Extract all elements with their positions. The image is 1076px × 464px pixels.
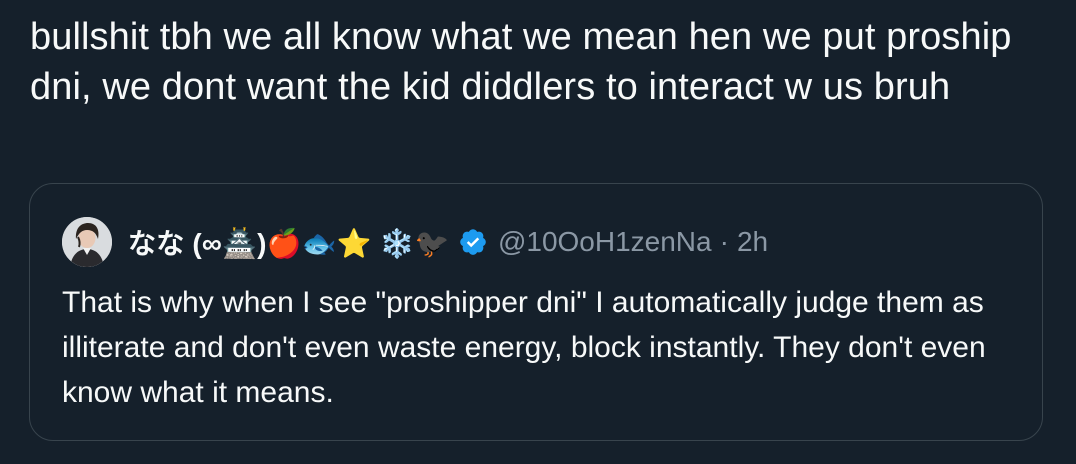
timestamp[interactable]: 2h [737, 226, 768, 258]
quoted-tweet-header: なな (∞🏯)🍎🐟⭐ ❄️🐦‍⬛ @10OoH1zenNa · 2h [62, 216, 768, 268]
tweet: bullshit tbh we all know what we mean he… [0, 0, 1076, 464]
separator-dot: · [719, 226, 729, 257]
avatar-image [62, 217, 112, 267]
avatar[interactable] [62, 217, 112, 267]
username-handle[interactable]: @10OoH1zenNa [498, 226, 712, 258]
quoted-tweet-text: That is why when I see "proshipper dni" … [62, 286, 986, 409]
tweet-text: bullshit tbh we all know what we mean he… [30, 16, 1012, 108]
quoted-tweet-card[interactable]: なな (∞🏯)🍎🐟⭐ ❄️🐦‍⬛ @10OoH1zenNa · 2h That … [29, 183, 1043, 441]
display-name[interactable]: なな (∞🏯)🍎🐟⭐ ❄️🐦‍⬛ [128, 222, 450, 262]
verified-badge-icon [458, 227, 488, 257]
